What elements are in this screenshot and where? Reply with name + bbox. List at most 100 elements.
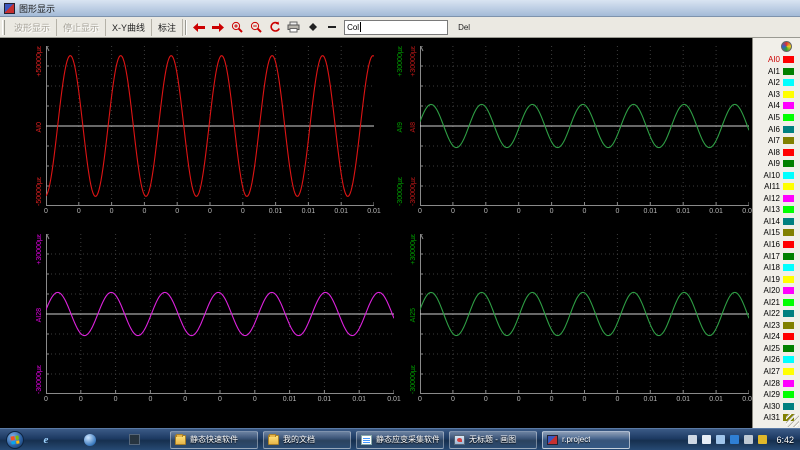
channel-list-item-ai3[interactable]: AI3 bbox=[755, 89, 794, 101]
zoom-in-button[interactable] bbox=[227, 19, 246, 36]
start-button[interactable] bbox=[6, 431, 24, 449]
channel-list-item-ai2[interactable]: AI2 bbox=[755, 77, 794, 89]
toolbar-button-标注[interactable]: 标注 bbox=[152, 19, 183, 36]
channel-list-item-ai15[interactable]: AI15 bbox=[755, 227, 794, 239]
x-tick-label: 0 bbox=[218, 396, 222, 403]
channel-list-item-ai20[interactable]: AI20 bbox=[755, 285, 794, 297]
toolbar-button-X-Y曲线[interactable]: X-Y曲线 bbox=[106, 19, 152, 36]
taskbar-button-我的文档[interactable]: 我的文档 bbox=[263, 431, 351, 449]
channel-list-item-ai9[interactable]: AI9 bbox=[755, 158, 794, 170]
y-max-label: +50000µε bbox=[35, 46, 45, 77]
diamond-button[interactable] bbox=[303, 19, 322, 36]
x-tick-label: 0.01 bbox=[643, 208, 657, 215]
x-tick-label: 0 bbox=[517, 208, 521, 215]
channel-list-item-ai14[interactable]: AI14 bbox=[755, 216, 794, 228]
channel-color-swatch bbox=[783, 287, 794, 294]
channel-color-swatch bbox=[783, 333, 794, 340]
channel-list-item-ai0[interactable]: AI0 bbox=[755, 54, 794, 66]
channel-color-swatch bbox=[783, 183, 794, 190]
channel-list-item-ai30[interactable]: AI30 bbox=[755, 400, 794, 412]
y-max-label: +30000µε bbox=[409, 234, 419, 265]
x-tick-label: 0 bbox=[451, 208, 455, 215]
channel-color-swatch bbox=[783, 126, 794, 133]
title-bar: 图形显示 bbox=[0, 0, 800, 17]
taskbar-button-静态应变采集软件使...[interactable]: 静态应变采集软件使... bbox=[356, 431, 444, 449]
x-tick-label: 0 bbox=[44, 208, 48, 215]
column-input[interactable]: Col bbox=[344, 20, 448, 35]
zoom-out-button[interactable] bbox=[246, 19, 265, 36]
channel-list-item-ai29[interactable]: AI29 bbox=[755, 389, 794, 401]
arrow-left-button[interactable] bbox=[189, 19, 208, 36]
lock-icon[interactable] bbox=[758, 435, 767, 444]
x-tick-label: 0 bbox=[241, 208, 245, 215]
arrow-right-button[interactable] bbox=[208, 19, 227, 36]
x-tick-label: 0 bbox=[183, 396, 187, 403]
taskbar-button-静态快速软件[interactable]: 静态快速软件 bbox=[170, 431, 258, 449]
x-tick-label: 0 bbox=[142, 208, 146, 215]
channel-color-swatch bbox=[783, 229, 794, 236]
arrow-left-icon bbox=[192, 22, 206, 33]
channel-list-item-ai21[interactable]: AI21 bbox=[755, 296, 794, 308]
x-tick-label: 0 bbox=[484, 208, 488, 215]
channel-list-item-ai6[interactable]: AI6 bbox=[755, 123, 794, 135]
channel-list-item-ai23[interactable]: AI23 bbox=[755, 320, 794, 332]
y-min-label: -30000µε bbox=[396, 177, 406, 206]
toolbar-gripper[interactable] bbox=[2, 20, 5, 35]
minus-button[interactable] bbox=[322, 19, 341, 36]
printer-button[interactable] bbox=[284, 19, 303, 36]
messenger-icon[interactable] bbox=[126, 432, 142, 448]
channel-list-item-ai18[interactable]: AI18 bbox=[755, 262, 794, 274]
text-caret bbox=[360, 22, 361, 32]
system-tray: 6:42 bbox=[683, 429, 800, 450]
x-axis-tick-labels: 00000000.010.010.010.01 bbox=[420, 207, 749, 218]
channel-list-item-ai17[interactable]: AI17 bbox=[755, 250, 794, 262]
channel-list-item-ai7[interactable]: AI7 bbox=[755, 135, 794, 147]
x-tick-label: 0 bbox=[615, 208, 619, 215]
clock[interactable]: 6:42 bbox=[776, 435, 794, 445]
del-label: Del bbox=[458, 23, 470, 32]
channel-list-item-ai22[interactable]: AI22 bbox=[755, 308, 794, 320]
hidden-icons-icon[interactable] bbox=[688, 435, 697, 444]
x-tick-label: 0.01 bbox=[643, 396, 657, 403]
x-tick-label: 0 bbox=[583, 208, 587, 215]
security-shield-icon[interactable] bbox=[730, 435, 739, 444]
y-axis-ai0: +50000µεAI0-50000µε bbox=[33, 46, 46, 206]
channel-list-item-ai11[interactable]: AI11 bbox=[755, 181, 794, 193]
channel-list-item-ai1[interactable]: AI1 bbox=[755, 66, 794, 78]
channel-list-item-ai25[interactable]: AI25 bbox=[755, 343, 794, 355]
battery-icon[interactable] bbox=[744, 435, 753, 444]
channel-list-item-ai28[interactable]: AI28 bbox=[755, 377, 794, 389]
channel-list-item-ai19[interactable]: AI19 bbox=[755, 273, 794, 285]
resize-grip-icon[interactable] bbox=[786, 414, 799, 427]
action-center-icon[interactable] bbox=[702, 435, 711, 444]
channel-list-item-ai5[interactable]: AI5 bbox=[755, 112, 794, 124]
channel-list-item-ai10[interactable]: AI10 bbox=[755, 169, 794, 181]
x-tick-label: 0 bbox=[44, 396, 48, 403]
media-player-icon[interactable] bbox=[82, 432, 98, 448]
channel-list-item-ai24[interactable]: AI24 bbox=[755, 331, 794, 343]
taskbar-button-r.project[interactable]: r.project bbox=[542, 431, 630, 449]
y-min-label: -30000µε bbox=[409, 177, 419, 206]
network-icon[interactable] bbox=[716, 435, 725, 444]
channel-color-swatch bbox=[783, 345, 794, 352]
ie-icon[interactable]: e bbox=[38, 432, 54, 448]
folder-icon bbox=[175, 435, 186, 445]
taskbar-button-无标题 - 画图[interactable]: 无标题 - 画图 bbox=[449, 431, 537, 449]
channel-list-item-ai8[interactable]: AI8 bbox=[755, 146, 794, 158]
toolbar-button-停止显示[interactable]: 停止显示 bbox=[57, 19, 106, 36]
x-tick-label: 0 bbox=[517, 396, 521, 403]
channel-settings-icon[interactable] bbox=[781, 41, 792, 52]
toolbar-button-波形显示[interactable]: 波形显示 bbox=[8, 19, 57, 36]
channel-list-item-ai27[interactable]: AI27 bbox=[755, 366, 794, 378]
refresh-icon bbox=[269, 21, 281, 33]
refresh-button[interactable] bbox=[265, 19, 284, 36]
x-axis-tick-labels: 00000000.010.010.010.01 bbox=[420, 395, 749, 406]
channel-list-item-ai13[interactable]: AI13 bbox=[755, 204, 794, 216]
channel-list-item-ai12[interactable]: AI12 bbox=[755, 193, 794, 205]
channel-color-swatch bbox=[783, 253, 794, 260]
channel-list-item-ai26[interactable]: AI26 bbox=[755, 354, 794, 366]
channel-list-item-ai4[interactable]: AI4 bbox=[755, 100, 794, 112]
x-tick-label: 0.01 bbox=[318, 396, 332, 403]
folder-icon bbox=[268, 435, 279, 445]
channel-list-item-ai16[interactable]: AI16 bbox=[755, 239, 794, 251]
